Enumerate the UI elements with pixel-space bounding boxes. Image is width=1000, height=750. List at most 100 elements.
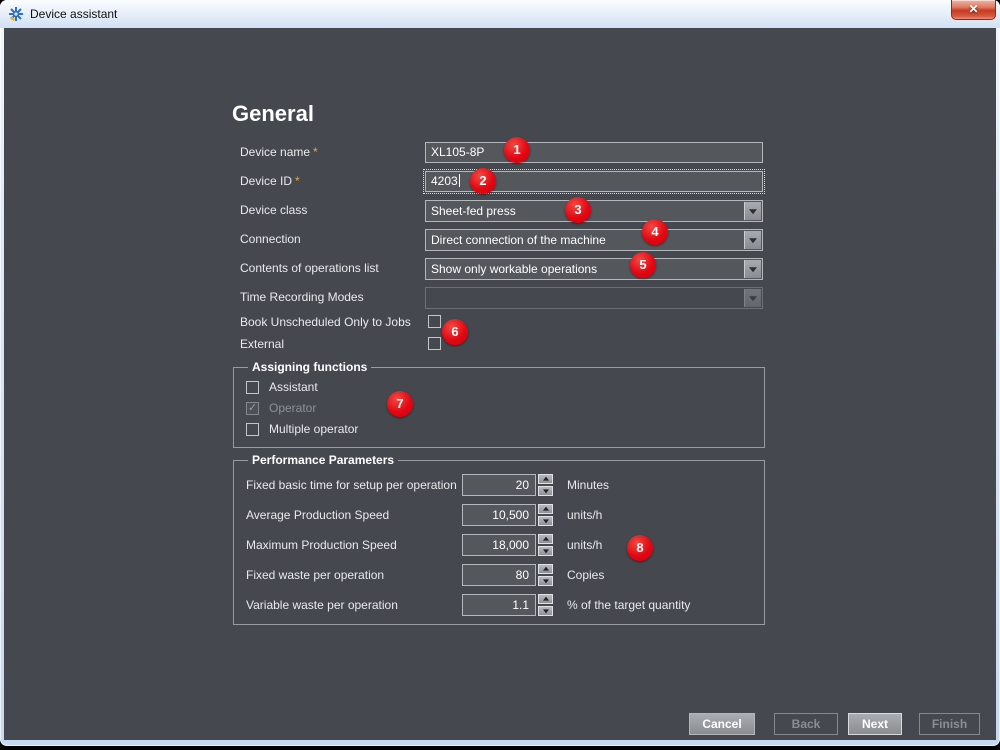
external-row: External (240, 337, 996, 352)
fixed-waste-row: Fixed waste per operation 80 Copies (246, 560, 764, 590)
variable-waste-unit: % of the target quantity (567, 598, 691, 612)
next-button[interactable]: Next (848, 713, 902, 735)
window-title: Device assistant (30, 7, 118, 21)
back-button: Back (774, 713, 838, 735)
device-class-row: Device class Sheet-fed press (240, 200, 996, 222)
variable-waste-value: 1.1 (512, 598, 529, 612)
time-recording-dropdown (425, 287, 763, 309)
annotation-badge-1: 1 (504, 137, 530, 163)
cancel-button[interactable]: Cancel (689, 713, 755, 735)
max-speed-input[interactable]: 18,000 (462, 534, 536, 556)
external-label: External (240, 337, 285, 351)
annotation-badge-3: 3 (565, 197, 591, 223)
operations-list-value: Show only workable operations (431, 262, 598, 276)
book-unscheduled-label: Book Unscheduled Only to Jobs (240, 315, 411, 329)
variable-waste-row: Variable waste per operation 1.1 % of th… (246, 590, 764, 620)
wizard-footer: Cancel Back Next Finish (689, 713, 980, 735)
spinner-down-icon[interactable] (538, 516, 553, 526)
device-id-row: Device ID * 4203 (240, 169, 996, 194)
operations-list-dropdown[interactable]: Show only workable operations (425, 258, 763, 280)
device-name-label: Device name (240, 145, 311, 159)
device-assistant-window: Device assistant ✕ General Device name * … (0, 0, 1000, 746)
annotation-badge-2: 2 (470, 168, 496, 194)
spinner-down-icon[interactable] (538, 546, 553, 556)
avg-speed-label: Average Production Speed (246, 508, 390, 522)
annotation-badge-4: 4 (642, 219, 668, 245)
setup-time-value: 20 (515, 478, 529, 492)
check-icon: ✓ (247, 402, 258, 414)
book-unscheduled-row: Book Unscheduled Only to Jobs (240, 315, 996, 330)
fixed-waste-input[interactable]: 80 (462, 564, 536, 586)
device-id-label: Device ID (240, 174, 293, 188)
time-recording-row: Time Recording Modes (240, 287, 996, 309)
connection-label: Connection (240, 232, 301, 246)
variable-waste-label: Variable waste per operation (246, 598, 398, 612)
multiple-operator-checkbox[interactable] (246, 423, 259, 436)
setup-time-row: Fixed basic time for setup per operation… (246, 470, 764, 500)
device-name-input[interactable]: XL105-8P (425, 142, 763, 163)
max-speed-value: 18,000 (492, 538, 529, 552)
fixed-waste-unit: Copies (567, 568, 605, 582)
close-button[interactable]: ✕ (951, 0, 996, 20)
required-marker: * (313, 145, 318, 159)
assistant-checkbox[interactable] (246, 381, 259, 394)
chevron-down-icon (744, 289, 761, 307)
assigning-functions-group: Assigning functions Assistant ✓ Operator… (233, 360, 765, 448)
annotation-badge-7: 7 (387, 391, 413, 417)
spinner-up-icon[interactable] (538, 594, 553, 604)
close-icon: ✕ (968, 2, 979, 16)
connection-value: Direct connection of the machine (431, 233, 606, 247)
device-class-dropdown[interactable]: Sheet-fed press (425, 200, 763, 222)
spinner-up-icon[interactable] (538, 474, 553, 484)
performance-parameters-title: Performance Parameters (252, 453, 395, 467)
setup-time-label: Fixed basic time for setup per operation (246, 478, 457, 492)
operations-list-row: Contents of operations list Show only wo… (240, 258, 996, 280)
max-speed-unit: units/h (567, 538, 603, 552)
avg-speed-input[interactable]: 10,500 (462, 504, 536, 526)
finish-button: Finish (919, 713, 980, 735)
assistant-label: Assistant (269, 380, 318, 394)
fixed-waste-label: Fixed waste per operation (246, 568, 385, 582)
avg-speed-value: 10,500 (492, 508, 529, 522)
page-title: General (232, 101, 314, 126)
annotation-badge-6: 6 (442, 319, 468, 345)
text-cursor (458, 174, 460, 187)
spinner-up-icon[interactable] (538, 534, 553, 544)
multiple-operator-label: Multiple operator (269, 422, 359, 436)
max-speed-label: Maximum Production Speed (246, 538, 397, 552)
variable-waste-input[interactable]: 1.1 (462, 594, 536, 616)
operations-list-label: Contents of operations list (240, 261, 379, 275)
annotation-badge-8: 8 (627, 535, 653, 561)
connection-dropdown[interactable]: Direct connection of the machine (425, 229, 763, 251)
app-icon (9, 7, 23, 21)
chevron-down-icon[interactable] (744, 202, 761, 220)
chevron-down-icon[interactable] (744, 231, 761, 249)
annotation-badge-5: 5 (630, 252, 656, 278)
avg-speed-row: Average Production Speed 10,500 units/h (246, 500, 764, 530)
book-unscheduled-checkbox[interactable] (428, 315, 441, 328)
device-name-row: Device name * XL105-8P (240, 142, 996, 163)
spinner-down-icon[interactable] (538, 606, 553, 616)
max-speed-row: Maximum Production Speed 18,000 units/h (246, 530, 764, 560)
operator-label: Operator (269, 401, 317, 415)
device-name-value: XL105-8P (431, 145, 485, 159)
title-bar: Device assistant ✕ (0, 0, 1000, 28)
external-checkbox[interactable] (428, 337, 441, 350)
spinner-down-icon[interactable] (538, 486, 553, 496)
required-marker: * (295, 174, 300, 188)
multiple-operator-row: Multiple operator (246, 419, 764, 440)
connection-row: Connection Direct connection of the mach… (240, 229, 996, 251)
setup-time-input[interactable]: 20 (462, 474, 536, 496)
assigning-functions-title: Assigning functions (252, 360, 368, 374)
device-id-value: 4203 (431, 174, 458, 188)
operator-row: ✓ Operator (246, 398, 764, 419)
fixed-waste-value: 80 (515, 568, 529, 582)
spinner-down-icon[interactable] (538, 576, 553, 586)
time-recording-label: Time Recording Modes (240, 290, 364, 304)
device-class-value: Sheet-fed press (431, 204, 516, 218)
spinner-up-icon[interactable] (538, 564, 553, 574)
spinner-up-icon[interactable] (538, 504, 553, 514)
setup-time-unit: Minutes (567, 478, 610, 492)
chevron-down-icon[interactable] (744, 260, 761, 278)
device-class-label: Device class (240, 203, 308, 217)
